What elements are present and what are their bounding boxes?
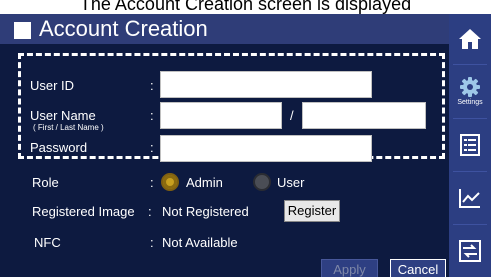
nfc-value: Not Available bbox=[162, 235, 238, 250]
sidebar-separator bbox=[453, 64, 487, 65]
role-admin-radio[interactable] bbox=[161, 173, 179, 191]
sidebar-item-list[interactable] bbox=[449, 122, 491, 168]
page-title: Account Creation bbox=[39, 16, 208, 41]
role-user-label[interactable]: User bbox=[277, 175, 304, 190]
settings-label: Settings bbox=[457, 98, 483, 106]
sidebar-separator bbox=[453, 171, 487, 172]
cancel-button[interactable]: Cancel bbox=[390, 259, 446, 277]
sidebar-item-transfer[interactable] bbox=[449, 228, 491, 274]
sidebar-item-home[interactable] bbox=[449, 16, 491, 62]
user-id-label: User ID bbox=[30, 78, 75, 93]
register-button[interactable]: Register bbox=[284, 200, 340, 222]
role-user-radio[interactable] bbox=[253, 173, 271, 191]
last-name-input[interactable] bbox=[302, 102, 426, 129]
user-id-colon: : bbox=[150, 78, 154, 93]
title-bar: Account Creation bbox=[0, 14, 449, 44]
form-area: User ID : User Name ( First / Last Name … bbox=[0, 44, 449, 277]
home-icon bbox=[459, 29, 481, 49]
role-label: Role bbox=[32, 175, 59, 190]
caption-text: The Account Creation screen is displayed bbox=[79, 0, 412, 14]
sidebar-separator bbox=[453, 224, 487, 225]
nfc-colon: : bbox=[150, 235, 154, 250]
apply-button[interactable]: Apply bbox=[321, 259, 378, 277]
registered-image-value: Not Registered bbox=[162, 204, 249, 219]
user-name-sublabel: ( First / Last Name ) bbox=[33, 123, 104, 132]
user-id-input[interactable] bbox=[160, 71, 372, 98]
role-admin-label[interactable]: Admin bbox=[186, 175, 223, 190]
sidebar-separator bbox=[453, 118, 487, 119]
sidebar-item-chart[interactable] bbox=[449, 175, 491, 221]
sidebar: Settings bbox=[449, 14, 491, 277]
list-icon bbox=[460, 134, 480, 156]
password-label: Password bbox=[30, 140, 88, 155]
user-name-label: User Name bbox=[30, 108, 96, 123]
settings-gear-icon bbox=[460, 76, 480, 97]
name-separator: / bbox=[290, 108, 294, 123]
registered-image-label: Registered Image bbox=[32, 204, 135, 219]
chart-icon bbox=[459, 189, 480, 208]
transfer-icon bbox=[459, 240, 481, 262]
account-creation-screen: Account Creation User ID : User Name ( F… bbox=[0, 14, 491, 277]
title-square-icon bbox=[14, 22, 31, 39]
password-colon: : bbox=[150, 140, 154, 155]
nfc-label: NFC bbox=[34, 235, 61, 250]
registered-image-colon: : bbox=[148, 204, 152, 219]
password-input[interactable] bbox=[160, 135, 372, 162]
role-colon: : bbox=[150, 175, 154, 190]
user-name-colon: : bbox=[150, 108, 154, 123]
sidebar-item-settings[interactable]: Settings bbox=[449, 68, 491, 114]
first-name-input[interactable] bbox=[160, 102, 282, 129]
